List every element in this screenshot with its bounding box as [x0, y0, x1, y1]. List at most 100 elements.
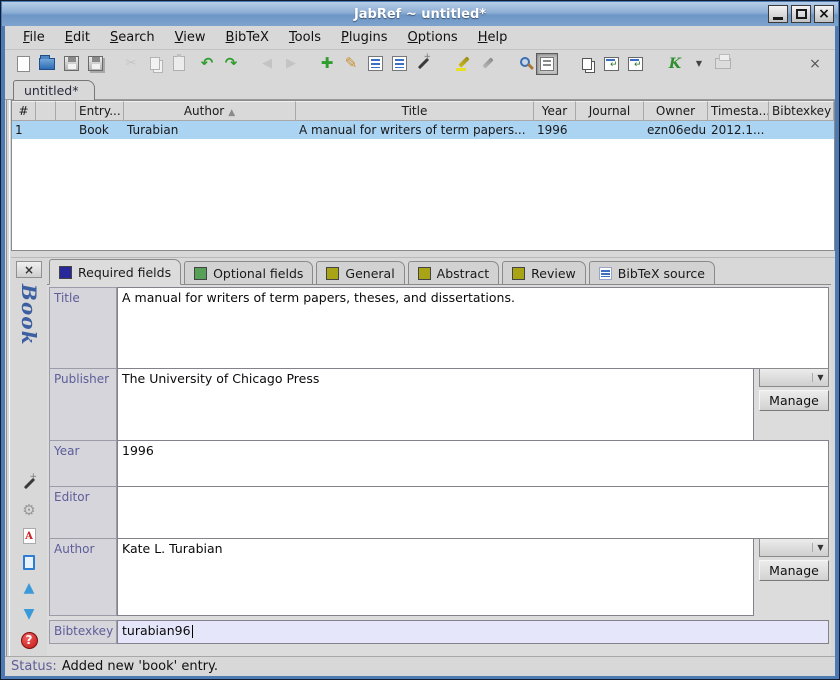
- tab-general[interactable]: General: [316, 261, 404, 284]
- col-header-title[interactable]: Title: [296, 101, 534, 121]
- tab-untitled[interactable]: untitled*: [13, 80, 95, 100]
- down-arrow-icon: ▼: [24, 607, 35, 621]
- menu-tools[interactable]: Tools: [279, 27, 331, 48]
- save-database-button[interactable]: [59, 52, 83, 76]
- menu-options[interactable]: Options: [398, 27, 468, 48]
- tab-label: Abstract: [437, 266, 489, 281]
- col-header-entrytype[interactable]: Entry...: [76, 101, 124, 121]
- publisher-field[interactable]: The University of Chicago Press: [117, 368, 754, 441]
- tab-optional-fields[interactable]: Optional fields: [184, 261, 313, 284]
- rail-open-url-button[interactable]: [17, 551, 41, 573]
- redo-button[interactable]: ↷: [219, 52, 243, 76]
- tab-required-fields[interactable]: Required fields: [49, 259, 181, 285]
- bibtexkey-field[interactable]: turabian96: [117, 620, 829, 644]
- save-all-button[interactable]: [83, 52, 107, 76]
- col-header-year[interactable]: Year: [534, 101, 576, 121]
- menu-view[interactable]: View: [165, 27, 216, 48]
- up-arrow-icon: ▲: [24, 581, 35, 595]
- undo-button[interactable]: ↶: [195, 52, 219, 76]
- forward-button[interactable]: ▶: [279, 52, 303, 76]
- publisher-word-combo[interactable]: ▼: [759, 368, 829, 387]
- open-folder-icon: [39, 58, 55, 70]
- tab-review[interactable]: Review: [502, 261, 586, 284]
- edit-preamble-button[interactable]: [363, 52, 387, 76]
- author-word-combo[interactable]: ▼: [759, 538, 829, 557]
- print-preview-button[interactable]: [711, 52, 735, 76]
- titlebar[interactable]: JabRef ~ untitled* ×: [2, 2, 838, 26]
- bibtexkey-row: Bibtexkey turabian96: [49, 620, 829, 644]
- publisher-manage-button[interactable]: Manage: [759, 390, 829, 411]
- col-header-author[interactable]: Author▲: [124, 101, 296, 121]
- push-dropdown-button[interactable]: ▼: [687, 52, 711, 76]
- edit-entry-button[interactable]: ✎: [339, 52, 363, 76]
- close-button[interactable]: ×: [814, 5, 834, 23]
- unmark-entries-button[interactable]: [475, 52, 499, 76]
- paste-button[interactable]: [167, 52, 191, 76]
- database-tabs: untitled*: [5, 77, 835, 100]
- menu-bibtex[interactable]: BibTeX: [216, 27, 279, 48]
- push-to-application-button[interactable]: [599, 52, 623, 76]
- save-icon: [64, 56, 79, 71]
- rail-help-button[interactable]: ?: [17, 629, 41, 651]
- rail-settings-button[interactable]: ⚙: [17, 499, 41, 521]
- copy-button[interactable]: [143, 52, 167, 76]
- author-field[interactable]: Kate L. Turabian: [117, 538, 754, 616]
- back-button[interactable]: ◀: [255, 52, 279, 76]
- col-header-owner[interactable]: Owner: [644, 101, 708, 121]
- new-database-button[interactable]: [11, 52, 35, 76]
- tab-bibtex-source[interactable]: BibTeX source: [589, 261, 715, 284]
- close-icon: ×: [818, 7, 830, 21]
- tab-label: Review: [531, 266, 576, 281]
- year-row: Year 1996: [49, 440, 829, 487]
- sort-ascending-icon: ▲: [228, 108, 235, 118]
- editor-close-button[interactable]: ×: [16, 261, 42, 278]
- menu-file[interactable]: File: [13, 27, 55, 48]
- strings-icon: [392, 56, 407, 71]
- generate-key-button[interactable]: [411, 52, 435, 76]
- cell-title: A manual for writers of term papers...: [296, 121, 534, 139]
- title-row: Title A manual for writers of term paper…: [49, 287, 829, 369]
- col-header-number[interactable]: #: [12, 101, 36, 121]
- push-doc-icon: [604, 57, 619, 71]
- tab-label: BibTeX source: [618, 266, 705, 281]
- editor-close-icon: ×: [24, 263, 34, 277]
- rail-next-entry-button[interactable]: ▼: [17, 603, 41, 625]
- mark-entries-button[interactable]: [451, 52, 475, 76]
- menu-search[interactable]: Search: [100, 27, 165, 48]
- col-header-icon1[interactable]: [36, 101, 56, 121]
- title-field[interactable]: A manual for writers of term papers, the…: [117, 287, 829, 369]
- author-manage-button[interactable]: Manage: [759, 560, 829, 581]
- minimize-button[interactable]: [768, 5, 788, 23]
- copy-citation-button[interactable]: [575, 52, 599, 76]
- menu-help[interactable]: Help: [468, 27, 518, 48]
- toggle-preview-button[interactable]: [535, 52, 559, 76]
- rail-previous-entry-button[interactable]: ▲: [17, 577, 41, 599]
- edit-strings-button[interactable]: [387, 52, 411, 76]
- maximize-button[interactable]: [791, 5, 811, 23]
- cell-icon1: [36, 121, 56, 139]
- col-header-timestamp[interactable]: Timesta...: [708, 101, 769, 121]
- publisher-row: Publisher The University of Chicago Pres…: [49, 368, 829, 441]
- cell-icon2: [56, 121, 76, 139]
- table-row[interactable]: 1 Book Turabian A manual for writers of …: [12, 121, 834, 139]
- blue-page-icon: [23, 555, 35, 570]
- col-header-bibtexkey[interactable]: Bibtexkey: [769, 101, 834, 121]
- editor-field[interactable]: [117, 486, 829, 539]
- menu-edit[interactable]: Edit: [55, 27, 100, 48]
- push-to-application-alt-button[interactable]: [623, 52, 647, 76]
- push-to-lyx-button[interactable]: K: [663, 52, 687, 76]
- cut-button[interactable]: ✂: [119, 52, 143, 76]
- new-entry-button[interactable]: ✚: [315, 52, 339, 76]
- tab-abstract[interactable]: Abstract: [408, 261, 499, 284]
- close-sidepane-button[interactable]: ×: [803, 52, 827, 76]
- rail-open-pdf-button[interactable]: A: [17, 525, 41, 547]
- open-database-button[interactable]: [35, 52, 59, 76]
- menu-plugins[interactable]: Plugins: [331, 27, 398, 48]
- col-header-icon2[interactable]: [56, 101, 76, 121]
- rail-generate-key-button[interactable]: [17, 473, 41, 495]
- search-button[interactable]: [511, 52, 535, 76]
- combo-dropdown-icon: ▼: [812, 543, 828, 552]
- cell-journal: [576, 121, 644, 139]
- col-header-journal[interactable]: Journal: [576, 101, 644, 121]
- year-field[interactable]: 1996: [117, 440, 829, 487]
